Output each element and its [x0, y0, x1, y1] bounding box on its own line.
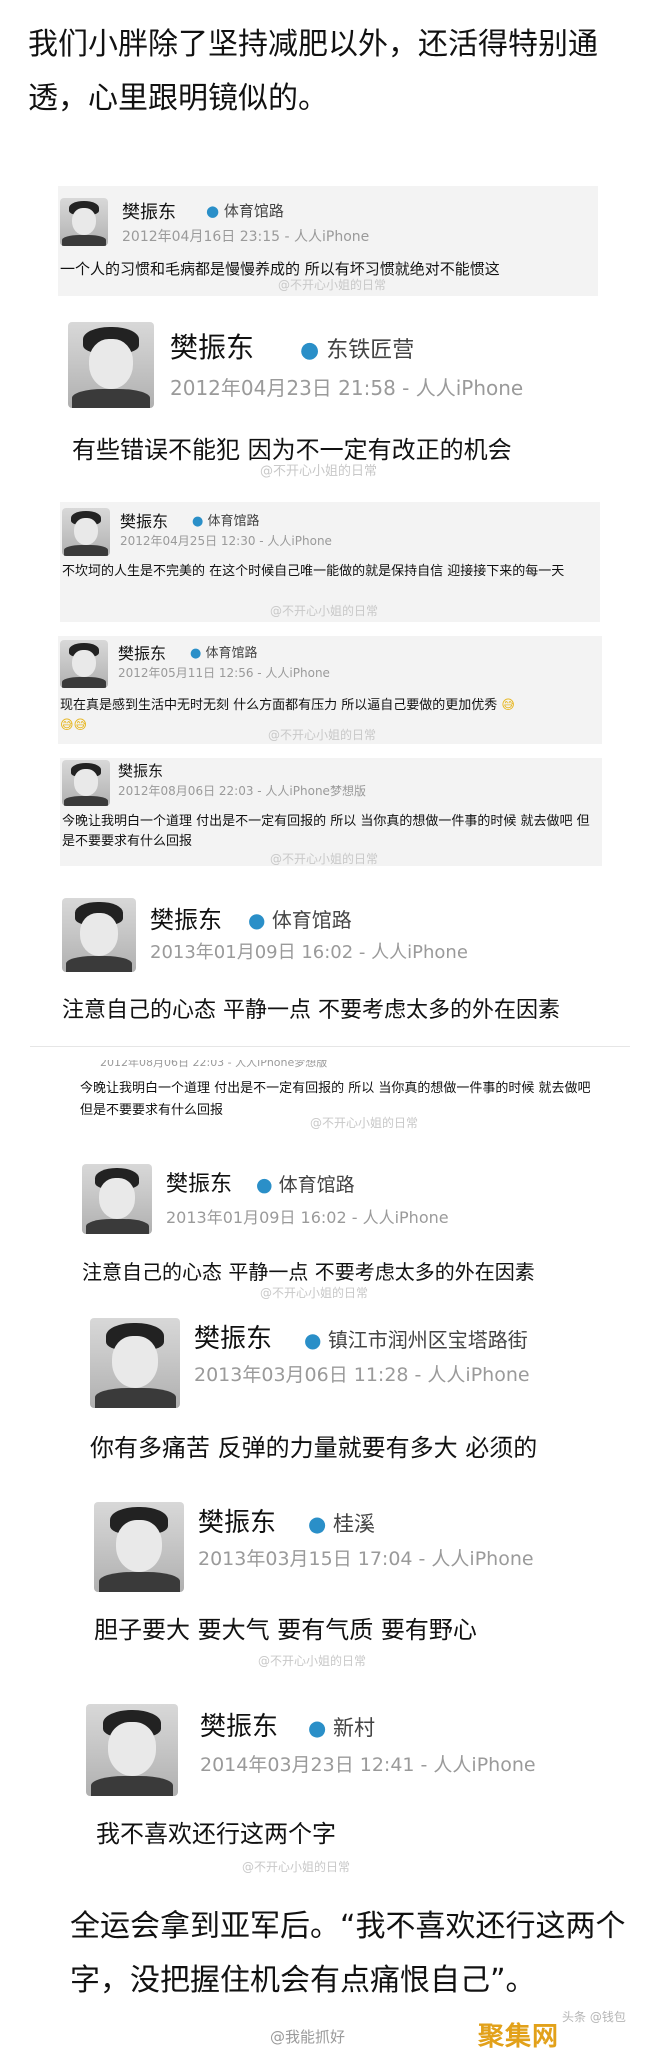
- post-2: 樊振东 ● 东铁匠营 2012年04月23日 21:58 - 人人iPhone …: [60, 300, 620, 479]
- watermark: @不开心小姐的日常: [260, 1286, 369, 1300]
- post-meta: 2013年01月09日 16:02 - 人人iPhone: [166, 1208, 449, 1227]
- post-meta: 2012年08月06日 22:03 - 人人iPhone梦想版: [100, 1060, 328, 1069]
- author-name: 樊振东: [150, 906, 222, 934]
- location: ● 体育馆路: [248, 908, 352, 932]
- post-meta: 2012年04月16日 23:15 - 人人iPhone: [122, 229, 370, 245]
- location: ● 体育馆路: [206, 202, 284, 220]
- post-5: 樊振东 2012年08月06日 22:03 - 人人iPhone梦想版 今晚让我…: [60, 758, 602, 866]
- avatar: [82, 1164, 152, 1234]
- location-pin-icon: ●: [256, 1174, 273, 1196]
- post-meta: 2012年05月11日 12:56 - 人人iPhone: [118, 666, 330, 680]
- location-pin-icon: ●: [304, 1328, 322, 1352]
- watermark: @不开心小姐的日常: [260, 464, 378, 479]
- post-7: 2012年08月06日 22:03 - 人人iPhone梦想版 今晚让我明白一个…: [80, 1060, 620, 1130]
- post-content: 注意自己的心态 平静一点 不要考虑太多的外在因素: [82, 1260, 535, 1284]
- avatar: [68, 322, 154, 408]
- author-name: 樊振东: [118, 644, 167, 663]
- post-4: 樊振东 ● 体育馆路 2012年05月11日 12:56 - 人人iPhone …: [58, 636, 602, 744]
- watermark: @不开心小姐的日常: [270, 604, 379, 618]
- location: ● 新村: [308, 1716, 376, 1740]
- watermark: @不开心小姐的日常: [242, 1860, 351, 1874]
- avatar: [60, 198, 108, 246]
- post-meta: 2012年04月23日 21:58 - 人人iPhone: [170, 376, 524, 400]
- watermark: @不开心小姐的日常: [268, 728, 377, 742]
- post-meta: 2013年01月09日 16:02 - 人人iPhone: [150, 942, 468, 963]
- author-name: 樊振东: [194, 1324, 273, 1354]
- watermark: @不开心小姐的日常: [310, 1116, 419, 1130]
- author-name: 樊振东: [120, 512, 169, 531]
- location: ● 体育馆路: [190, 646, 258, 661]
- author-name: 樊振东: [200, 1712, 279, 1742]
- author-name: 樊振东: [198, 1508, 277, 1538]
- location-pin-icon: ●: [248, 908, 266, 932]
- location: ● 桂溪: [308, 1512, 376, 1536]
- post-3: 樊振东 ● 体育馆路 2012年04月25日 12:30 - 人人iPhone …: [60, 502, 600, 622]
- outro-text: 全运会拿到亚军后。“我不喜欢还行这两个字，没把握住机会有点痛恨自己”。: [70, 1909, 626, 1998]
- sweat-emoji-icon: 😅😅: [60, 718, 88, 733]
- avatar: [86, 1704, 178, 1796]
- location-pin-icon: ●: [300, 338, 320, 363]
- post-content: 我不喜欢还行这两个字: [96, 1820, 336, 1848]
- avatar: [94, 1502, 184, 1592]
- location: ● 镇江市润州区宝塔路街: [304, 1328, 528, 1352]
- brand-logo: 聚集网: [478, 2022, 560, 2052]
- divider: [30, 1046, 630, 1047]
- author-name: 樊振东: [118, 762, 164, 780]
- brand-subtitle: 头条 @钱包: [562, 2010, 626, 2024]
- post-9: 樊振东 ● 镇江市润州区宝塔路街 2013年03月06日 11:28 - 人人i…: [86, 1304, 626, 1480]
- watermark: @不开心小姐的日常: [270, 852, 379, 866]
- post-11: 樊振东 ● 新村 2014年03月23日 12:41 - 人人iPhone 我不…: [82, 1690, 618, 1880]
- watermark: @不开心小姐的日常: [258, 1654, 367, 1668]
- intro-text: 我们小胖除了坚持减肥以外，还活得特别通透，心里跟明镜似的。: [28, 27, 598, 116]
- post-meta: 2012年04月25日 12:30 - 人人iPhone: [120, 534, 332, 548]
- location-pin-icon: ●: [192, 514, 204, 529]
- post-meta: 2014年03月23日 12:41 - 人人iPhone: [200, 1754, 536, 1776]
- avatar: [90, 1318, 180, 1408]
- post-content: 不坎坷的人生是不完美的 在这个时候自己唯一能做的就是保持自信 迎接接下来的每一天: [62, 564, 565, 579]
- location: ● 体育馆路: [192, 514, 260, 529]
- author-name: 樊振东: [170, 331, 255, 364]
- location-pin-icon: ●: [190, 646, 202, 661]
- watermark: @不开心小姐的日常: [278, 278, 387, 292]
- sweat-emoji-icon: 😅: [501, 698, 515, 713]
- author-name: 樊振东: [166, 1172, 233, 1197]
- avatar: [62, 898, 136, 972]
- post-meta: 2012年08月06日 22:03 - 人人iPhone梦想版: [118, 784, 366, 798]
- post-10: 樊振东 ● 桂溪 2013年03月15日 17:04 - 人人iPhone 胆子…: [88, 1488, 618, 1678]
- post-content: 胆子要大 要大气 要有气质 要有野心: [94, 1616, 477, 1644]
- location-pin-icon: ●: [308, 1512, 327, 1536]
- location-pin-icon: ●: [308, 1716, 327, 1740]
- footer-watermark: @我能抓好: [270, 2028, 346, 2046]
- post-meta: 2013年03月06日 11:28 - 人人iPhone: [194, 1364, 530, 1386]
- post-content: 今晚让我明白一个道理 付出是不一定有回报的 所以 当你真的想做一件事的时候 就去…: [62, 814, 590, 849]
- avatar: [60, 640, 108, 688]
- avatar: [62, 760, 110, 806]
- location-pin-icon: ●: [206, 202, 220, 220]
- author-name: 樊振东: [122, 202, 176, 223]
- post-1: 樊振东 ● 体育馆路 2012年04月16日 23:15 - 人人iPhone …: [58, 186, 598, 296]
- location: ● 东铁匠营: [300, 338, 415, 363]
- post-6: 樊振东 ● 体育馆路 2013年01月09日 16:02 - 人人iPhone …: [58, 890, 618, 1040]
- location: ● 体育馆路: [256, 1174, 355, 1196]
- avatar: [62, 508, 110, 556]
- post-meta: 2013年03月15日 17:04 - 人人iPhone: [198, 1548, 534, 1570]
- post-content: 注意自己的心态 平静一点 不要考虑太多的外在因素: [62, 998, 560, 1023]
- post-content: 你有多痛苦 反弹的力量就要有多大 必须的: [90, 1434, 538, 1462]
- post-8: 樊振东 ● 体育馆路 2013年01月09日 16:02 - 人人iPhone …: [80, 1158, 620, 1300]
